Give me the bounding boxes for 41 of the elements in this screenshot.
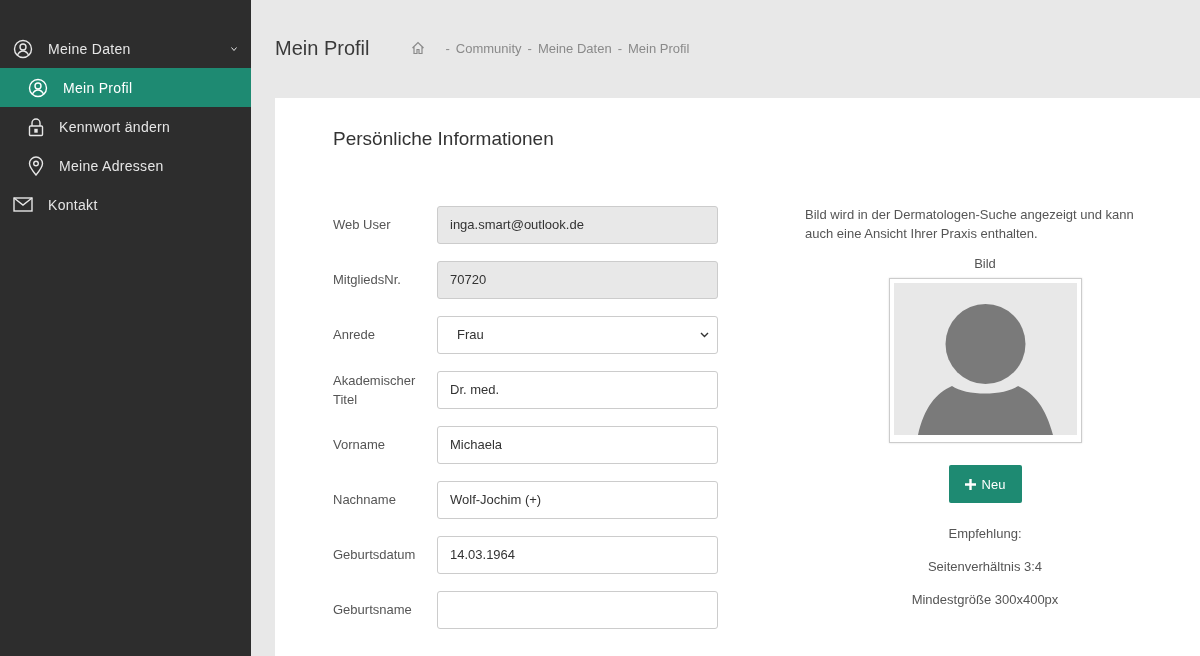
section-title: Persönliche Informationen (333, 128, 555, 150)
user-icon (13, 38, 33, 59)
recommendation-text: Mindestgröße 300x400px (911, 592, 1059, 607)
input-field: inga.smart@outlook.de (437, 205, 718, 244)
sidebar-item[interactable]: Meine Daten (0, 29, 251, 68)
location-pin-icon (28, 155, 44, 176)
plus-icon (964, 478, 976, 490)
input-field: 70720 (437, 260, 718, 299)
input-field[interactable]: 14.03.1964 (437, 535, 718, 574)
breadcrumb-separator: - (527, 40, 532, 56)
breadcrumb-separator: - (445, 40, 450, 56)
page-title: Mein Profil (275, 36, 370, 60)
user-icon (28, 77, 48, 98)
input-field[interactable]: Michaela (437, 425, 718, 464)
field-label: Anrede (333, 326, 376, 344)
field-label: Akademischer Titel (333, 371, 417, 409)
sidebar-item[interactable]: Mein Profil (0, 68, 251, 107)
select-field[interactable]: Frau (437, 315, 718, 354)
sidebar-item[interactable]: Kennwort ändern (0, 107, 251, 146)
sidebar-item[interactable]: Kontakt (0, 185, 251, 224)
breadcrumb-separator: - (617, 40, 622, 56)
field-label: MitgliedsNr. (333, 271, 402, 289)
envelope-icon (13, 197, 33, 212)
image-description: Bild wird in der Dermatologen-Suche angezeigt und kann auch eine Ansicht Ihrer Praxis enthalten. (805, 206, 1135, 243)
recommendation-text: Seitenverhältnis 3:4 (927, 559, 1043, 574)
lock-icon (28, 116, 44, 137)
field-label: Nachname (333, 491, 397, 509)
input-field[interactable] (437, 590, 718, 629)
chevron-icon (700, 331, 709, 338)
input-field[interactable]: Dr. med. (437, 370, 718, 409)
input-field[interactable]: Wolf-Jochim (+) (437, 480, 718, 519)
home-icon[interactable] (411, 41, 426, 55)
field-label: Vorname (333, 436, 387, 454)
new-button[interactable]: Neu (948, 465, 1022, 503)
field-label: Web User (333, 216, 392, 234)
recommendation-text: Empfehlung: (948, 526, 1022, 541)
field-label: Geburtsname (333, 601, 413, 619)
chevron-icon (231, 45, 237, 52)
image-label: Bild (974, 256, 996, 271)
sidebar-item[interactable]: Meine Adressen (0, 146, 251, 185)
field-label: Geburtsdatum (333, 546, 417, 564)
